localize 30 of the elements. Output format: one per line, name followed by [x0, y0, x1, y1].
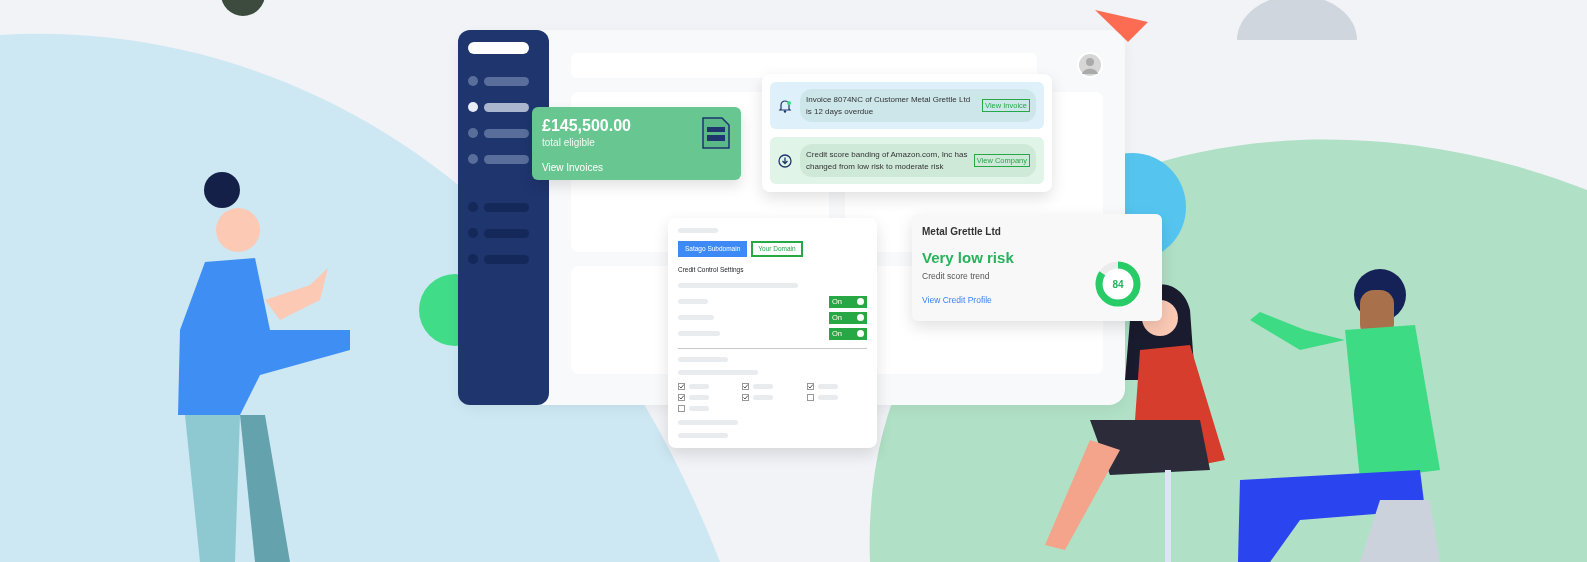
checkbox[interactable] [678, 393, 685, 401]
company-name: Metal Grettle Ltd [922, 225, 1002, 239]
nav-bar[interactable] [484, 154, 529, 164]
view-invoices-link[interactable]: View Invoices [542, 159, 603, 175]
logo-placeholder [468, 42, 529, 54]
nav-bar[interactable] [484, 102, 529, 112]
credit-score: 84 [1112, 277, 1124, 292]
view-credit-profile-link[interactable]: View Credit Profile [922, 294, 992, 307]
download-icon [778, 153, 792, 168]
checkbox[interactable] [742, 393, 750, 401]
nav-dot [468, 154, 478, 164]
checkbox[interactable] [806, 382, 814, 390]
triangle-shape [1095, 10, 1148, 42]
nav-dot [468, 128, 478, 138]
nav-dot [468, 102, 478, 112]
document-icon [701, 117, 731, 149]
notification-text: Credit score banding of Amazon.com, Inc has changed from low risk to moderate risk [806, 149, 969, 172]
nav-bar[interactable] [484, 128, 529, 138]
risk-rating: Very low risk [922, 248, 1015, 268]
checkbox[interactable] [806, 393, 814, 401]
avatar-icon[interactable] [1077, 52, 1103, 78]
checkbox[interactable] [678, 404, 685, 412]
nav-dot [468, 76, 478, 86]
risk-subtitle: Credit score trend [922, 269, 991, 283]
notification-text: Invoice 8074NC of Customer Metal Grettle Ltd is 12 days overdue [806, 94, 972, 117]
invoice-amount: £145,500.00 [542, 117, 631, 135]
checkbox[interactable] [678, 382, 685, 390]
checkbox[interactable] [742, 382, 750, 390]
invoice-label: total eligible [542, 135, 596, 150]
bell-icon [778, 98, 792, 113]
